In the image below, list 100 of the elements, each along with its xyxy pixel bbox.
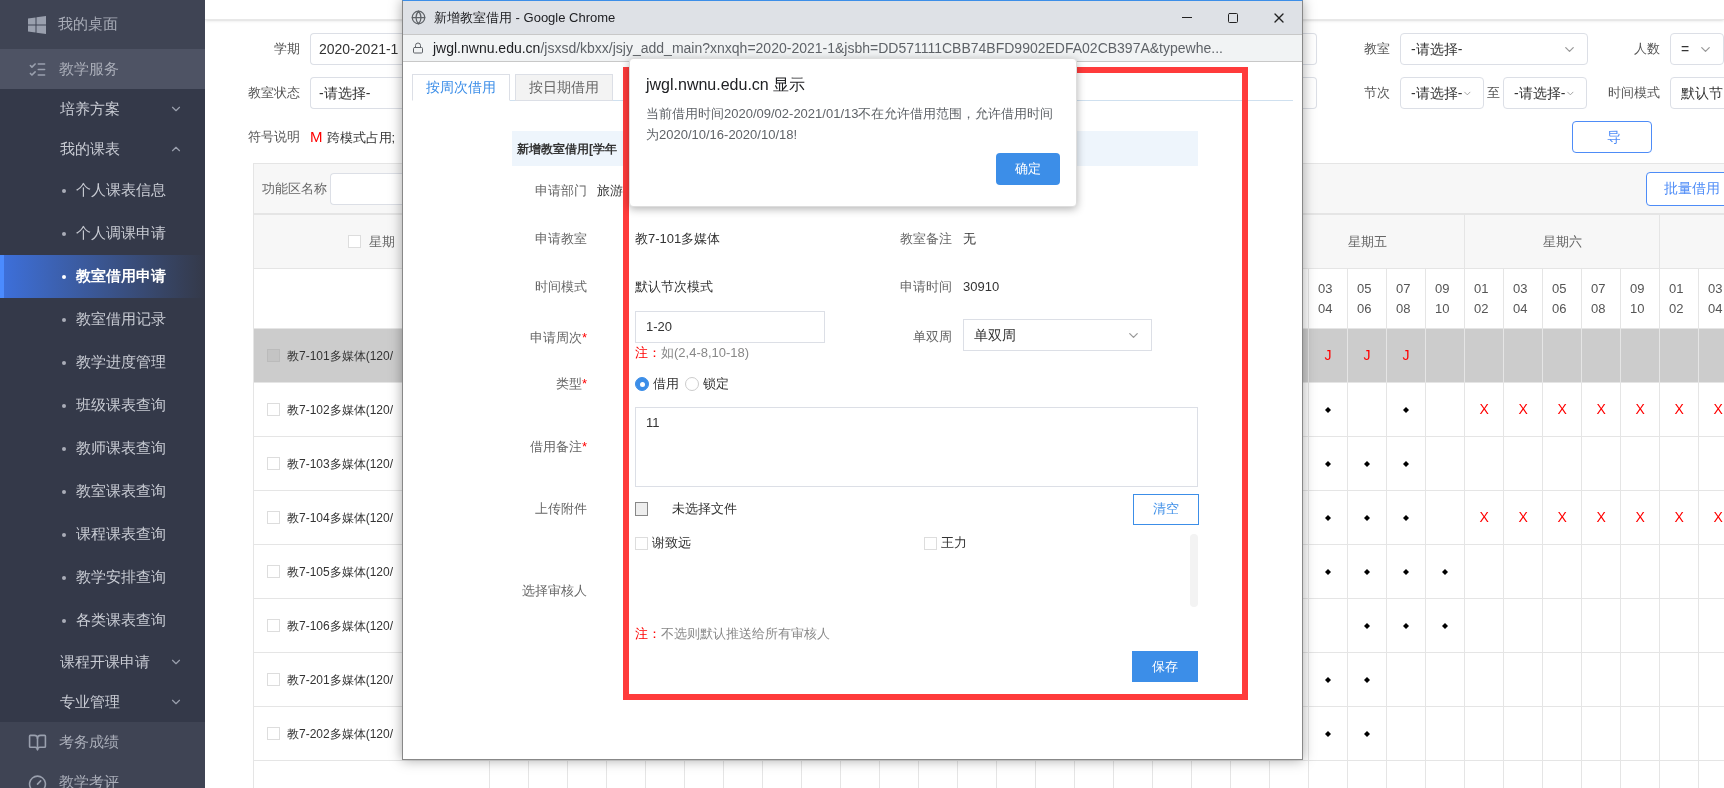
tab[interactable]: 按日期借用 — [515, 74, 613, 101]
select-field[interactable] — [1303, 77, 1317, 109]
room-name: 教7-202多媒体(120/ — [287, 725, 394, 743]
select-field[interactable]: 默认节 — [1670, 77, 1724, 109]
checkbox[interactable] — [348, 235, 361, 248]
select-field[interactable]: 单双周 — [963, 319, 1152, 351]
cell-mark: X — [1479, 401, 1489, 417]
bullet-icon — [62, 489, 66, 494]
submenu-item[interactable]: 我的课表 — [0, 129, 205, 169]
radio-button[interactable] — [635, 377, 649, 391]
menu-item[interactable]: 教学进度管理 — [0, 341, 205, 384]
select-field[interactable]: -请选择- — [1400, 33, 1588, 65]
submenu-item[interactable]: 课程开课申请 — [0, 642, 205, 682]
period-label: 05 06 — [1357, 279, 1373, 318]
select-field[interactable]: -请选择- — [310, 77, 402, 109]
menu-item[interactable]: 教学安排查询 — [0, 556, 205, 599]
remark-textarea[interactable]: 11 — [635, 407, 1198, 487]
form-label: 选择审核人 — [521, 582, 588, 600]
legend-text: M 跨模式占用; — [310, 126, 397, 147]
maximize-icon — [1227, 11, 1239, 24]
cell-mark: X — [1557, 509, 1567, 525]
sidebar-item[interactable]: 教学考评 — [0, 762, 205, 788]
bullet-icon — [62, 532, 66, 537]
menu-item[interactable]: 各类课表查询 — [0, 599, 205, 642]
lock-icon — [412, 42, 424, 54]
radio-option[interactable]: 锁定 — [685, 374, 729, 394]
diamond-icon — [1364, 731, 1371, 738]
submenu-item[interactable]: 培养方案 — [0, 89, 205, 129]
submenu-item[interactable]: 专业管理 — [0, 682, 205, 722]
toolbar-label: 功能区名称 — [262, 179, 328, 198]
window-title: 新增教室借用 - Google Chrome — [434, 8, 616, 27]
tab[interactable]: 按周次借用 — [412, 74, 510, 101]
diamond-icon — [1325, 461, 1332, 468]
form-label: 单双周 — [912, 328, 953, 346]
select-field[interactable]: = — [1670, 33, 1724, 65]
cell-mark: X — [1479, 509, 1489, 525]
form-label: 时间模式 — [534, 278, 588, 297]
bullet-icon — [62, 231, 66, 236]
diamond-icon — [1325, 515, 1332, 522]
checkbox[interactable] — [267, 403, 280, 416]
checkbox[interactable] — [267, 511, 280, 524]
diamond-icon — [1403, 623, 1410, 630]
diamond-icon — [1325, 569, 1332, 576]
globe-icon — [411, 10, 426, 25]
radio-button[interactable] — [685, 377, 699, 391]
period-label: 09 10 — [1435, 279, 1451, 318]
cell-mark: X — [1713, 401, 1723, 417]
menu-item[interactable]: 个人课表信息 — [0, 169, 205, 212]
room-name: 教7-101多媒体(120/ — [287, 347, 394, 365]
select-field[interactable]: 2020-2021-1 — [310, 33, 402, 65]
checkbox[interactable] — [267, 457, 280, 470]
reviewer-option[interactable]: 谢致远 — [635, 533, 924, 553]
form-note: 注：不选则默认推送给所有审核人 — [635, 625, 830, 644]
checkbox[interactable] — [635, 536, 648, 550]
checkbox[interactable] — [267, 673, 280, 686]
diamond-icon — [1325, 731, 1332, 738]
bullet-icon — [62, 403, 66, 408]
diamond-icon — [1325, 407, 1332, 414]
period-label: 01 02 — [1474, 279, 1490, 318]
menu-item[interactable]: 个人调课申请 — [0, 212, 205, 255]
cell-mark: X — [1596, 401, 1606, 417]
cell-mark: X — [1674, 509, 1684, 525]
menu-item[interactable]: 教室课表查询 — [0, 470, 205, 513]
cell-mark: J — [1363, 347, 1371, 363]
file-button[interactable] — [635, 502, 648, 516]
filter-label: 教室状态 — [247, 84, 301, 103]
checkbox[interactable] — [924, 536, 937, 550]
cell-mark: X — [1596, 509, 1606, 525]
sidebar-item[interactable]: 考务成绩 — [0, 722, 205, 762]
weeks-input[interactable]: 1-20 — [635, 311, 825, 343]
diamond-icon — [1364, 623, 1371, 630]
sidebar-item[interactable]: 教学服务 — [0, 49, 205, 89]
sidebar-item[interactable]: 我的桌面 — [0, 0, 205, 49]
select-field[interactable]: -请选择- — [1503, 77, 1587, 109]
cell-mark: J — [1402, 347, 1410, 363]
book-icon — [28, 732, 47, 752]
radio-option[interactable]: 借用 — [635, 374, 679, 394]
menu-item[interactable]: 班级课表查询 — [0, 384, 205, 427]
windows-logo-icon — [28, 15, 46, 34]
url-text[interactable]: jwgl.nwnu.edu.cn/jsxsd/kbxx/jsjy_add_main?xnxqh=2020-2021-1&jsbh=DD571111CBB74BFD9902EDFA02CB397A&typewhe... — [433, 37, 1223, 59]
period-label: 07 08 — [1591, 279, 1607, 318]
select-field[interactable] — [1303, 33, 1317, 65]
checkbox[interactable] — [267, 565, 280, 578]
menu-item[interactable]: 教室借用记录 — [0, 298, 205, 341]
diamond-icon — [1364, 515, 1371, 522]
alert-message: 当前借用时间2020/09/02-2021/01/13不在允许借用范围，允许借用时间为2020/10/16-2020/10/18! — [646, 105, 1055, 144]
period-label: 07 08 — [1396, 279, 1412, 318]
menu-item[interactable]: 教师课表查询 — [0, 427, 205, 470]
day-header: 星期六 — [1542, 233, 1582, 249]
checkbox[interactable] — [267, 619, 280, 632]
search-field[interactable] — [330, 172, 402, 205]
cell-mark: X — [1518, 401, 1528, 417]
menu-item[interactable]: 课程课表查询 — [0, 513, 205, 556]
checkbox[interactable] — [267, 727, 280, 740]
diamond-icon — [1364, 677, 1371, 684]
section-title: 新增教室借用[学年 — [517, 140, 617, 158]
select-field[interactable]: -请选择- — [1400, 77, 1484, 109]
cell-mark: J — [1324, 347, 1332, 363]
clear-button[interactable]: 清空 — [1133, 493, 1199, 525]
reviewer-option[interactable]: 王力 — [924, 533, 967, 553]
